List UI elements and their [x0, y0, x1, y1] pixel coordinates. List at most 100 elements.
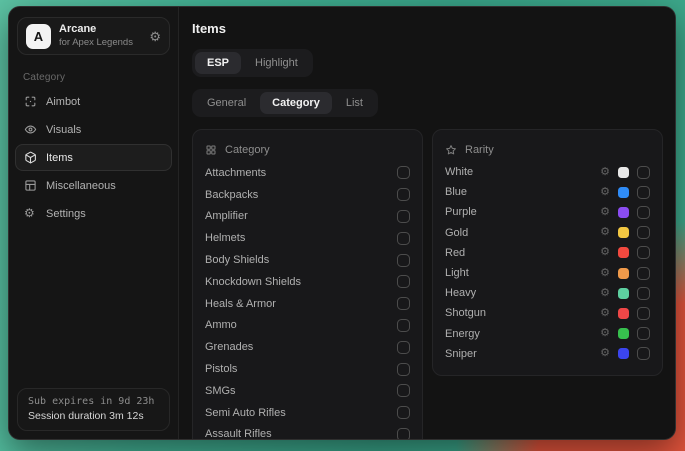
- checkbox[interactable]: [637, 206, 650, 219]
- category-panel-header: Category: [205, 138, 410, 162]
- rarity-label: Shotgun: [445, 307, 600, 319]
- rarity-controls: ⚙: [600, 206, 650, 219]
- category-row: SMGs: [205, 380, 410, 402]
- tab-category[interactable]: Category: [260, 92, 332, 114]
- checkbox[interactable]: [637, 226, 650, 239]
- category-label: Body Shields: [205, 254, 269, 266]
- box-icon: [24, 151, 37, 164]
- brand-card: A Arcane for Apex Legends ⚙: [17, 17, 170, 55]
- category-label: Heals & Armor: [205, 298, 276, 310]
- gear-icon[interactable]: ⚙: [600, 227, 610, 238]
- checkbox[interactable]: [637, 287, 650, 300]
- esp-highlight-toggle: ESPHighlight: [192, 49, 313, 77]
- rarity-panel-title: Rarity: [465, 144, 494, 156]
- checkbox[interactable]: [397, 166, 410, 179]
- gear-icon[interactable]: ⚙: [600, 187, 610, 198]
- checkbox[interactable]: [397, 341, 410, 354]
- main-content: Items ESPHighlight GeneralCategoryList C…: [179, 7, 675, 439]
- category-row: Attachments: [205, 162, 410, 184]
- color-swatch[interactable]: [618, 308, 629, 319]
- rarity-row: Sniper⚙: [445, 344, 650, 364]
- gear-icon[interactable]: ⚙: [600, 328, 610, 339]
- color-swatch[interactable]: [618, 288, 629, 299]
- gear-icon[interactable]: ⚙: [600, 247, 610, 258]
- checkbox[interactable]: [397, 319, 410, 332]
- checkbox[interactable]: [397, 297, 410, 310]
- checkbox[interactable]: [397, 363, 410, 376]
- mode-toggle-row: ESPHighlight: [192, 49, 663, 77]
- checkbox[interactable]: [637, 166, 650, 179]
- color-swatch[interactable]: [618, 227, 629, 238]
- category-row: Ammo: [205, 315, 410, 337]
- layout-icon: [24, 179, 37, 192]
- rarity-controls: ⚙: [600, 347, 650, 360]
- panels: Category AttachmentsBackpacksAmplifierHe…: [192, 129, 663, 439]
- checkbox[interactable]: [637, 307, 650, 320]
- category-row: Body Shields: [205, 249, 410, 271]
- gear-icon[interactable]: ⚙: [600, 268, 610, 279]
- mode-highlight[interactable]: Highlight: [243, 52, 310, 74]
- rarity-controls: ⚙: [600, 327, 650, 340]
- rarity-label: Sniper: [445, 348, 600, 360]
- app-logo: A: [26, 24, 51, 49]
- category-label: Amplifier: [205, 210, 248, 222]
- tabs-row: GeneralCategoryList: [192, 89, 663, 117]
- gear-icon[interactable]: ⚙: [149, 30, 161, 43]
- color-swatch[interactable]: [618, 247, 629, 258]
- mode-esp[interactable]: ESP: [195, 52, 241, 74]
- category-panel-title: Category: [225, 144, 270, 156]
- sidebar-item-aimbot[interactable]: Aimbot: [15, 88, 172, 115]
- sidebar-item-items[interactable]: Items: [15, 144, 172, 171]
- gear-icon[interactable]: ⚙: [600, 207, 610, 218]
- gear-icon: ⚙: [24, 207, 37, 220]
- category-label: Grenades: [205, 341, 253, 353]
- checkbox[interactable]: [637, 267, 650, 280]
- checkbox[interactable]: [397, 428, 410, 439]
- rarity-label: White: [445, 166, 600, 178]
- checkbox[interactable]: [637, 186, 650, 199]
- checkbox[interactable]: [397, 406, 410, 419]
- gear-icon[interactable]: ⚙: [600, 348, 610, 359]
- sidebar-item-visuals[interactable]: Visuals: [15, 116, 172, 143]
- rarity-row: Heavy⚙: [445, 283, 650, 303]
- checkbox[interactable]: [397, 254, 410, 267]
- sidebar: A Arcane for Apex Legends ⚙ Category Aim…: [9, 7, 179, 439]
- checkbox[interactable]: [397, 384, 410, 397]
- category-label: Assault Rifles: [205, 428, 272, 439]
- color-swatch[interactable]: [618, 268, 629, 279]
- category-row: Semi Auto Rifles: [205, 402, 410, 424]
- checkbox[interactable]: [637, 246, 650, 259]
- rarity-controls: ⚙: [600, 287, 650, 300]
- checkbox[interactable]: [637, 347, 650, 360]
- rarity-row: Shotgun⚙: [445, 303, 650, 323]
- checkbox[interactable]: [397, 188, 410, 201]
- gear-icon[interactable]: ⚙: [600, 167, 610, 178]
- category-list: AttachmentsBackpacksAmplifierHelmetsBody…: [205, 162, 410, 439]
- category-row: Pistols: [205, 358, 410, 380]
- tab-list[interactable]: List: [334, 92, 375, 114]
- color-swatch[interactable]: [618, 187, 629, 198]
- category-panel: Category AttachmentsBackpacksAmplifierHe…: [192, 129, 423, 439]
- color-swatch[interactable]: [618, 207, 629, 218]
- category-label: Pistols: [205, 363, 237, 375]
- gear-icon[interactable]: ⚙: [600, 288, 610, 299]
- category-label: Helmets: [205, 232, 245, 244]
- rarity-label: Red: [445, 247, 600, 259]
- rarity-panel: Rarity White⚙Blue⚙Purple⚙Gold⚙Red⚙Light⚙…: [432, 129, 663, 376]
- checkbox[interactable]: [397, 210, 410, 223]
- rarity-label: Light: [445, 267, 600, 279]
- category-label: Semi Auto Rifles: [205, 407, 286, 419]
- gear-icon[interactable]: ⚙: [600, 308, 610, 319]
- app-subtitle: for Apex Legends: [59, 37, 133, 49]
- category-row: Grenades: [205, 336, 410, 358]
- checkbox[interactable]: [397, 232, 410, 245]
- color-swatch[interactable]: [618, 348, 629, 359]
- rarity-label: Gold: [445, 227, 600, 239]
- checkbox[interactable]: [637, 327, 650, 340]
- checkbox[interactable]: [397, 275, 410, 288]
- tab-general[interactable]: General: [195, 92, 258, 114]
- sidebar-item-settings[interactable]: ⚙Settings: [15, 200, 172, 227]
- color-swatch[interactable]: [618, 167, 629, 178]
- sidebar-item-miscellaneous[interactable]: Miscellaneous: [15, 172, 172, 199]
- color-swatch[interactable]: [618, 328, 629, 339]
